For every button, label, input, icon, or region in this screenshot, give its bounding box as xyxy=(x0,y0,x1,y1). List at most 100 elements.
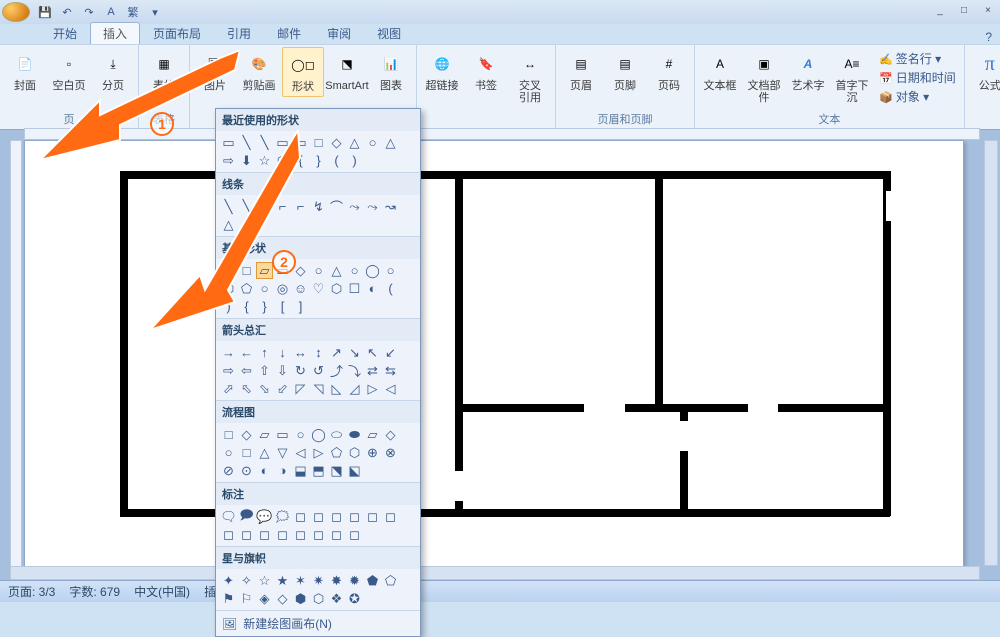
shape-thumbnail[interactable]: ◻ xyxy=(310,508,327,525)
shape-thumbnail[interactable]: ⇄ xyxy=(364,362,381,379)
shape-thumbnail[interactable]: ( xyxy=(382,280,399,297)
date-time-button[interactable]: 📅 日期和时间 xyxy=(879,69,956,86)
shape-thumbnail[interactable]: ⊗ xyxy=(382,444,399,461)
shape-thumbnail[interactable]: ◇ xyxy=(382,426,399,443)
shape-thumbnail[interactable]: ◻ xyxy=(382,508,399,525)
scrollbar-vertical[interactable] xyxy=(984,140,998,566)
shape-thumbnail[interactable]: ◻ xyxy=(220,526,237,543)
shape-thumbnail[interactable]: ◻ xyxy=(238,526,255,543)
page-number-button[interactable]: #页码 xyxy=(648,47,690,95)
shape-thumbnail[interactable]: → xyxy=(220,344,237,361)
shape-thumbnail[interactable]: □ xyxy=(238,444,255,461)
shape-thumbnail[interactable]: ⚑ xyxy=(220,590,237,607)
tab-mailings[interactable]: 邮件 xyxy=(264,22,314,44)
convert-icon[interactable]: 繁 xyxy=(124,3,142,21)
shape-thumbnail[interactable]: ◻ xyxy=(292,526,309,543)
equation-button[interactable]: π公式 xyxy=(969,47,1000,95)
shape-thumbnail[interactable]: ❖ xyxy=(328,590,345,607)
shape-thumbnail[interactable]: 💬 xyxy=(256,508,273,525)
shape-thumbnail[interactable]: 🗩 xyxy=(238,508,255,525)
shape-thumbnail[interactable]: ◐ xyxy=(256,462,273,479)
minimize-button[interactable]: _ xyxy=(930,5,950,19)
shape-thumbnail[interactable]: ⬭ xyxy=(328,426,345,443)
hyperlink-button[interactable]: 🌐超链接 xyxy=(421,47,463,95)
print-icon[interactable]: A xyxy=(102,3,120,21)
shape-thumbnail[interactable]: ◑ xyxy=(274,462,291,479)
shape-thumbnail[interactable]: ✶ xyxy=(292,572,309,589)
tab-view[interactable]: 视图 xyxy=(364,22,414,44)
footer-button[interactable]: ▤页脚 xyxy=(604,47,646,95)
shape-thumbnail[interactable]: ⊕ xyxy=(364,444,381,461)
shape-thumbnail[interactable]: ▱ xyxy=(364,426,381,443)
shape-thumbnail[interactable]: ◁ xyxy=(292,444,309,461)
shape-thumbnail[interactable]: ⇨ xyxy=(220,362,237,379)
tab-references[interactable]: 引用 xyxy=(214,22,264,44)
shape-thumbnail[interactable]: ↘ xyxy=(346,344,363,361)
shape-thumbnail[interactable]: ⬒ xyxy=(310,462,327,479)
shape-thumbnail[interactable]: ⬡ xyxy=(310,590,327,607)
shape-thumbnail[interactable]: ◻ xyxy=(346,526,363,543)
shape-thumbnail[interactable]: ⬕ xyxy=(346,462,363,479)
shape-thumbnail[interactable]: ↓ xyxy=(274,344,291,361)
shape-thumbnail[interactable]: ◹ xyxy=(310,380,327,397)
object-button[interactable]: 📦 对象 ▾ xyxy=(879,88,956,105)
shape-thumbnail[interactable]: ⬀ xyxy=(220,380,237,397)
tab-home[interactable]: 开始 xyxy=(40,22,90,44)
shape-thumbnail[interactable]: ▭ xyxy=(274,426,291,443)
shape-thumbnail[interactable]: ↺ xyxy=(310,362,327,379)
shape-thumbnail[interactable]: ↝ xyxy=(382,198,399,215)
tab-insert[interactable]: 插入 xyxy=(90,22,140,44)
shape-thumbnail[interactable]: ↑ xyxy=(256,344,273,361)
shape-thumbnail[interactable]: △ xyxy=(382,134,399,151)
qat-more-icon[interactable]: ▾ xyxy=(146,3,164,21)
shape-thumbnail[interactable]: ✪ xyxy=(346,590,363,607)
wordart-button[interactable]: A艺术字 xyxy=(787,47,829,95)
shape-thumbnail[interactable]: ⬠ xyxy=(328,444,345,461)
shape-thumbnail[interactable]: ⊘ xyxy=(220,462,237,479)
shapes-button[interactable]: ◯◻形状 xyxy=(282,47,324,97)
shape-thumbnail[interactable]: ◻ xyxy=(292,508,309,525)
shape-thumbnail[interactable]: □ xyxy=(220,426,237,443)
shape-thumbnail[interactable]: ○ xyxy=(364,134,381,151)
close-button[interactable]: × xyxy=(978,5,998,19)
shape-thumbnail[interactable]: ⬁ xyxy=(238,380,255,397)
textbox-button[interactable]: A文本框 xyxy=(699,47,741,95)
shape-thumbnail[interactable]: ◐ xyxy=(364,280,381,297)
undo-icon[interactable]: ↶ xyxy=(58,3,76,21)
shape-thumbnail[interactable]: ◯ xyxy=(364,262,381,279)
shape-thumbnail[interactable]: ◻ xyxy=(256,526,273,543)
shape-thumbnail[interactable]: ◻ xyxy=(310,526,327,543)
shape-thumbnail[interactable]: ↕ xyxy=(310,344,327,361)
shape-thumbnail[interactable]: ▱ xyxy=(256,426,273,443)
new-drawing-canvas[interactable]: 🖼新建绘图画布(N) xyxy=(216,611,420,636)
shape-thumbnail[interactable]: ⤳ xyxy=(364,198,381,215)
shape-thumbnail[interactable]: ◁ xyxy=(382,380,399,397)
shape-thumbnail[interactable]: ☆ xyxy=(256,572,273,589)
shape-thumbnail[interactable]: ↗ xyxy=(328,344,345,361)
header-button[interactable]: ▤页眉 xyxy=(560,47,602,95)
scrollbar-horizontal[interactable] xyxy=(10,566,980,580)
crossref-button[interactable]: ↔交叉 引用 xyxy=(509,47,551,107)
shape-thumbnail[interactable]: 🗨 xyxy=(220,508,237,525)
shape-thumbnail[interactable]: ★ xyxy=(274,572,291,589)
quickparts-button[interactable]: ▣文档部件 xyxy=(743,47,785,107)
shape-thumbnail[interactable]: ↻ xyxy=(292,362,309,379)
status-language[interactable]: 中文(中国) xyxy=(134,583,190,600)
bookmark-button[interactable]: 🔖书签 xyxy=(465,47,507,95)
shape-thumbnail[interactable]: ✧ xyxy=(238,572,255,589)
help-button[interactable]: ? xyxy=(977,30,1000,44)
redo-icon[interactable]: ↷ xyxy=(80,3,98,21)
shape-thumbnail[interactable]: ✦ xyxy=(220,572,237,589)
shape-thumbnail[interactable]: ▽ xyxy=(274,444,291,461)
shape-thumbnail[interactable]: ○ xyxy=(220,444,237,461)
dropcap-button[interactable]: A≡首字下沉 xyxy=(831,47,873,107)
clipart-button[interactable]: 🎨剪贴画 xyxy=(238,47,280,95)
office-button[interactable] xyxy=(2,2,30,22)
shape-thumbnail[interactable]: ◯ xyxy=(310,426,327,443)
shape-thumbnail[interactable]: ↔ xyxy=(292,344,309,361)
shape-thumbnail[interactable]: ○ xyxy=(382,262,399,279)
shape-thumbnail[interactable]: ⤵ xyxy=(346,362,363,379)
shape-thumbnail[interactable]: ◈ xyxy=(256,590,273,607)
shape-thumbnail[interactable]: ◺ xyxy=(328,380,345,397)
smartart-button[interactable]: ⬔SmartArt xyxy=(326,47,368,95)
